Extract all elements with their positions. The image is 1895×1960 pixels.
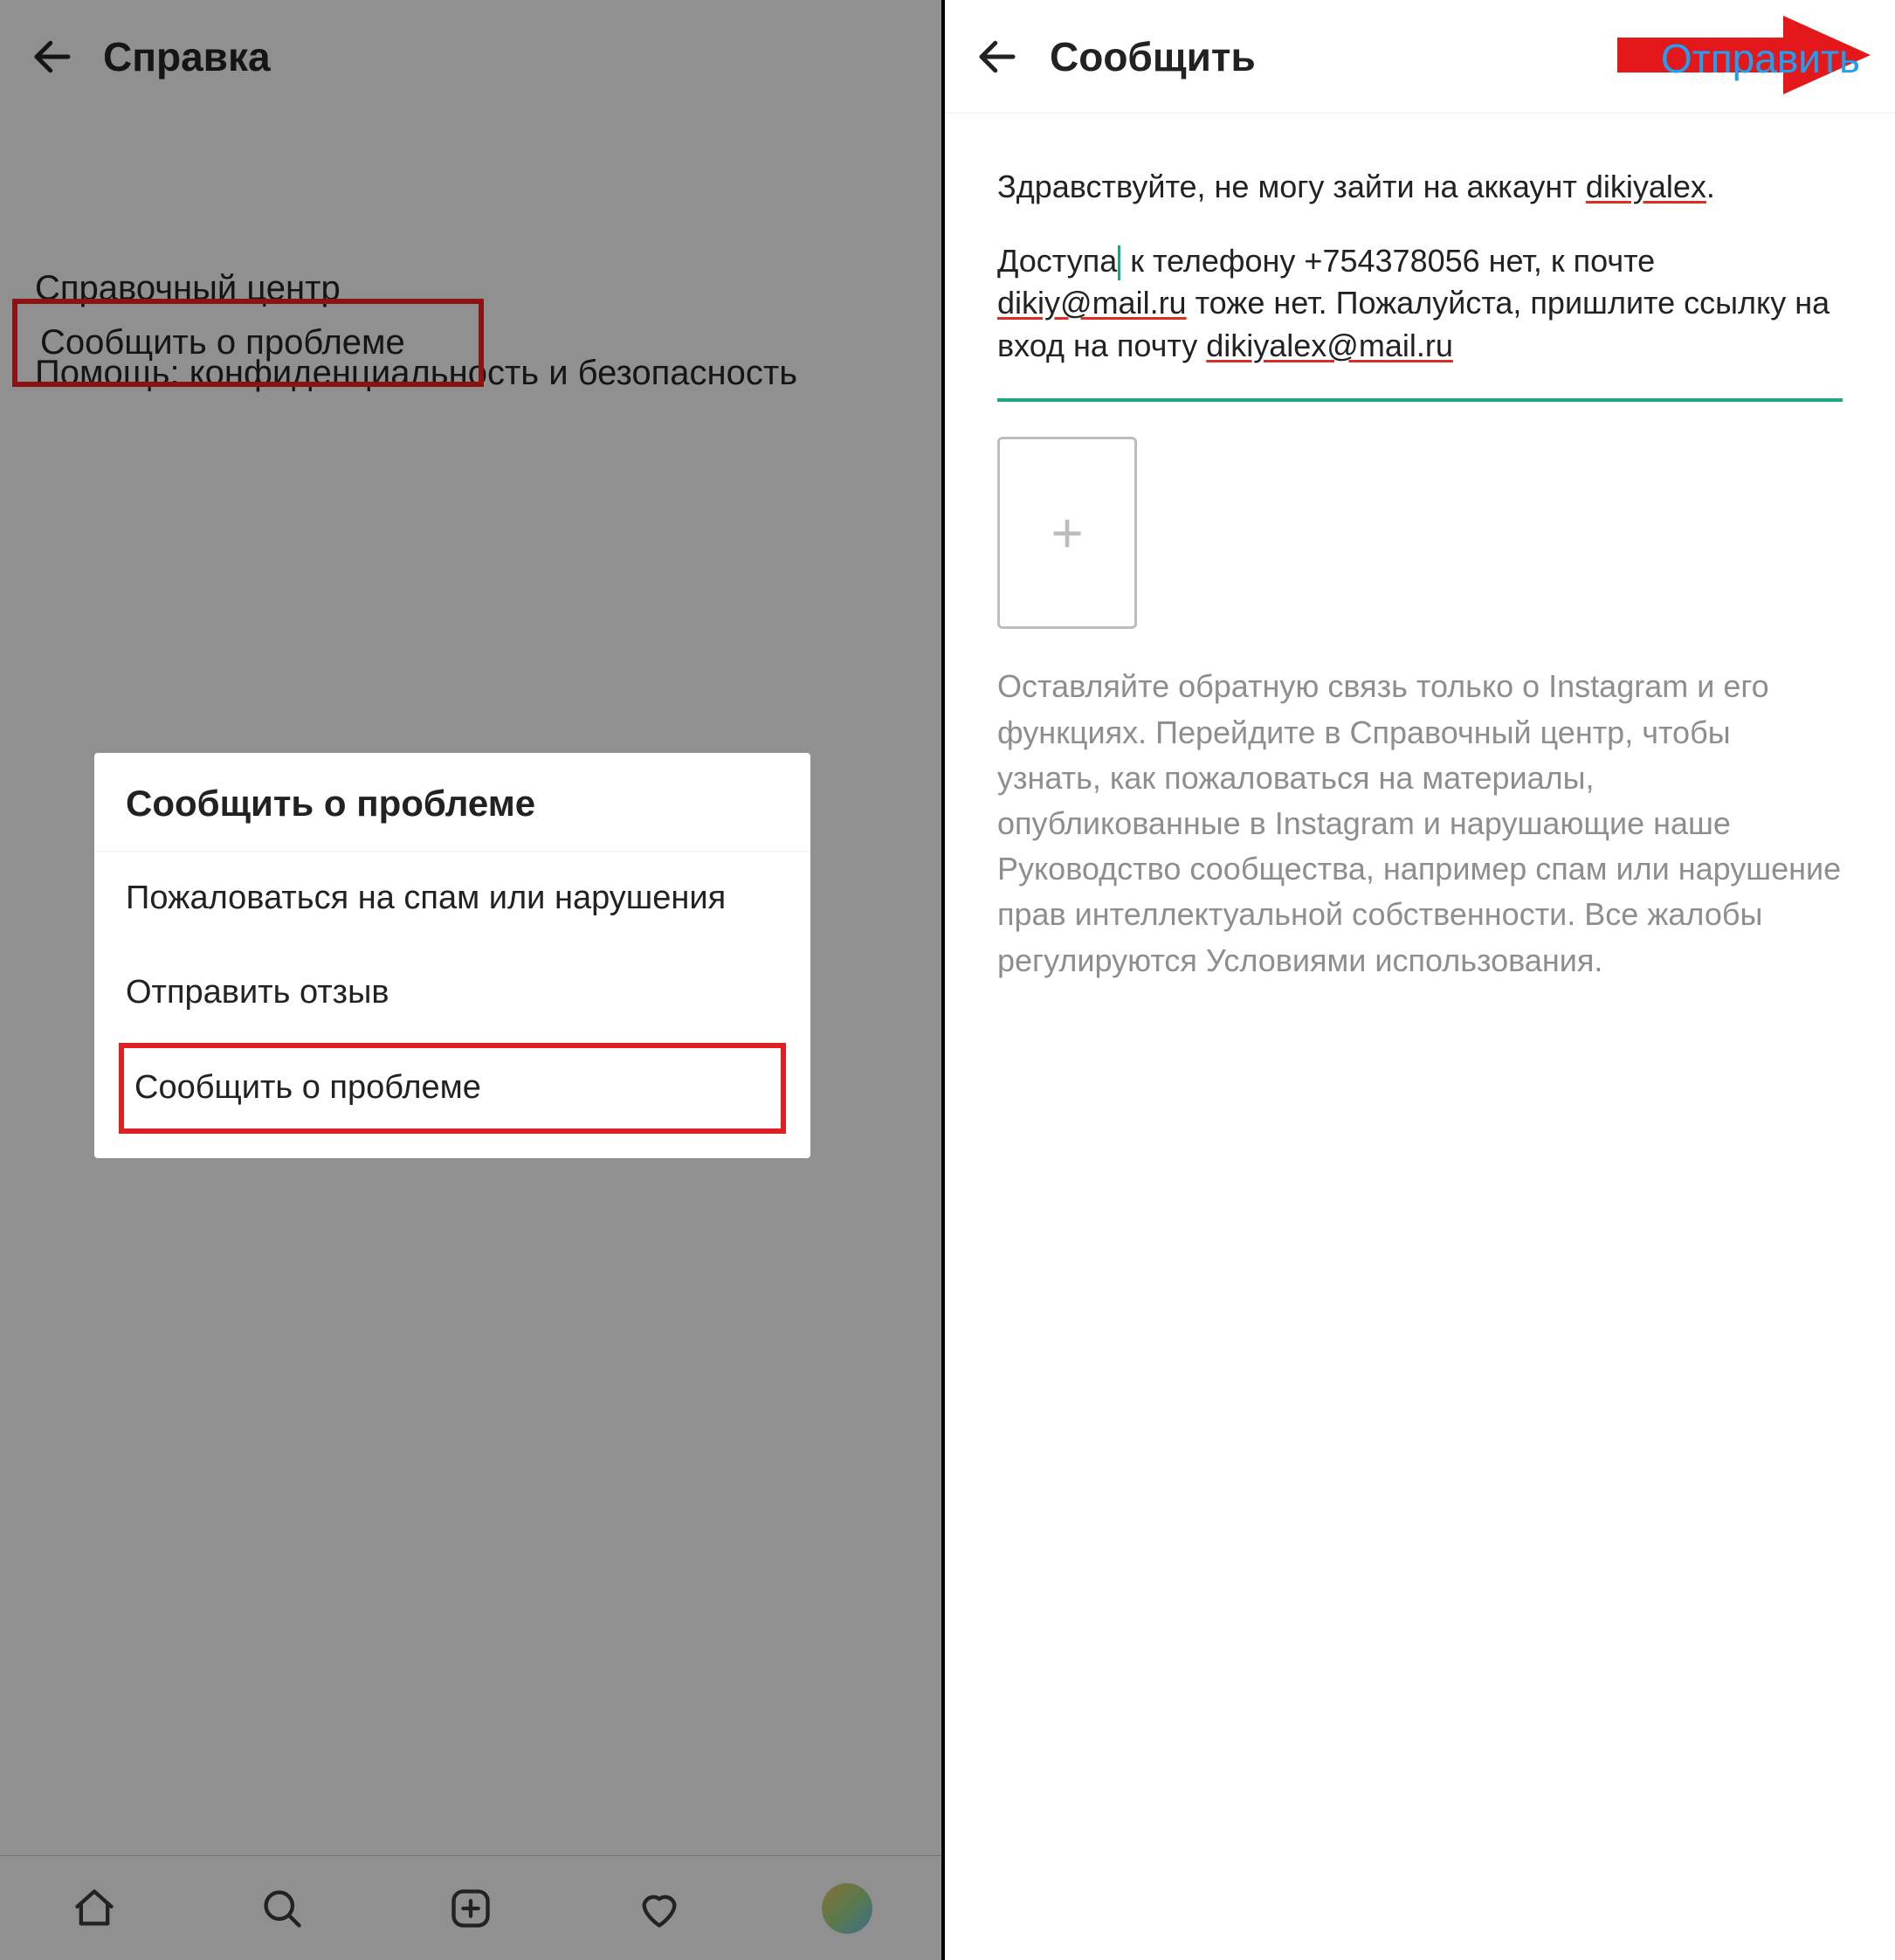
plus-icon: + <box>1051 495 1083 570</box>
message-input[interactable]: Здравствуйте, не могу зайти на аккаунт d… <box>997 166 1843 367</box>
input-underline <box>997 398 1843 402</box>
spell-email1: dikiy@mail.ru <box>997 285 1187 321</box>
modal-item-spam[interactable]: Пожаловаться на спам или нарушения <box>94 852 810 946</box>
page-title: Сообщить <box>1050 33 1256 80</box>
highlight-modal-report: Сообщить о проблеме <box>119 1043 786 1134</box>
help-screen: Справка Сообщить о проблеме Справочный ц… <box>0 0 945 1960</box>
activity-icon[interactable] <box>633 1882 686 1935</box>
home-icon[interactable] <box>68 1882 121 1935</box>
back-icon[interactable] <box>971 31 1023 83</box>
bottom-nav <box>0 1855 941 1960</box>
right-header: Сообщить Отправить <box>945 0 1895 114</box>
profile-icon[interactable] <box>821 1882 873 1935</box>
search-icon[interactable] <box>256 1882 308 1935</box>
message-text: Здравствуйте, не могу зайти на аккаунт <box>997 169 1586 204</box>
info-text: Оставляйте обратную связь только о Insta… <box>997 664 1843 983</box>
modal-title: Сообщить о проблеме <box>94 753 810 852</box>
message-text: Доступа <box>997 243 1117 279</box>
spell-email2: dikiyalex@mail.ru <box>1206 328 1453 363</box>
add-post-icon[interactable] <box>444 1882 497 1935</box>
report-form-screen: Сообщить Отправить Здравствуйте, не могу… <box>945 0 1895 1960</box>
avatar <box>822 1883 872 1934</box>
send-button[interactable]: Отправить <box>1661 35 1860 82</box>
add-attachment-button[interactable]: + <box>997 437 1137 629</box>
message-text: . <box>1706 169 1715 204</box>
report-body: Здравствуйте, не могу зайти на аккаунт d… <box>945 114 1895 983</box>
text-cursor <box>1118 245 1120 280</box>
message-text: к телефону +754378056 нет, к почте <box>1121 243 1655 279</box>
modal-item-report[interactable]: Сообщить о проблеме <box>124 1048 781 1128</box>
modal-item-feedback[interactable]: Отправить отзыв <box>94 946 810 1040</box>
spell-username: dikiyalex <box>1586 169 1706 204</box>
report-modal: Сообщить о проблеме Пожаловаться на спам… <box>94 753 810 1158</box>
